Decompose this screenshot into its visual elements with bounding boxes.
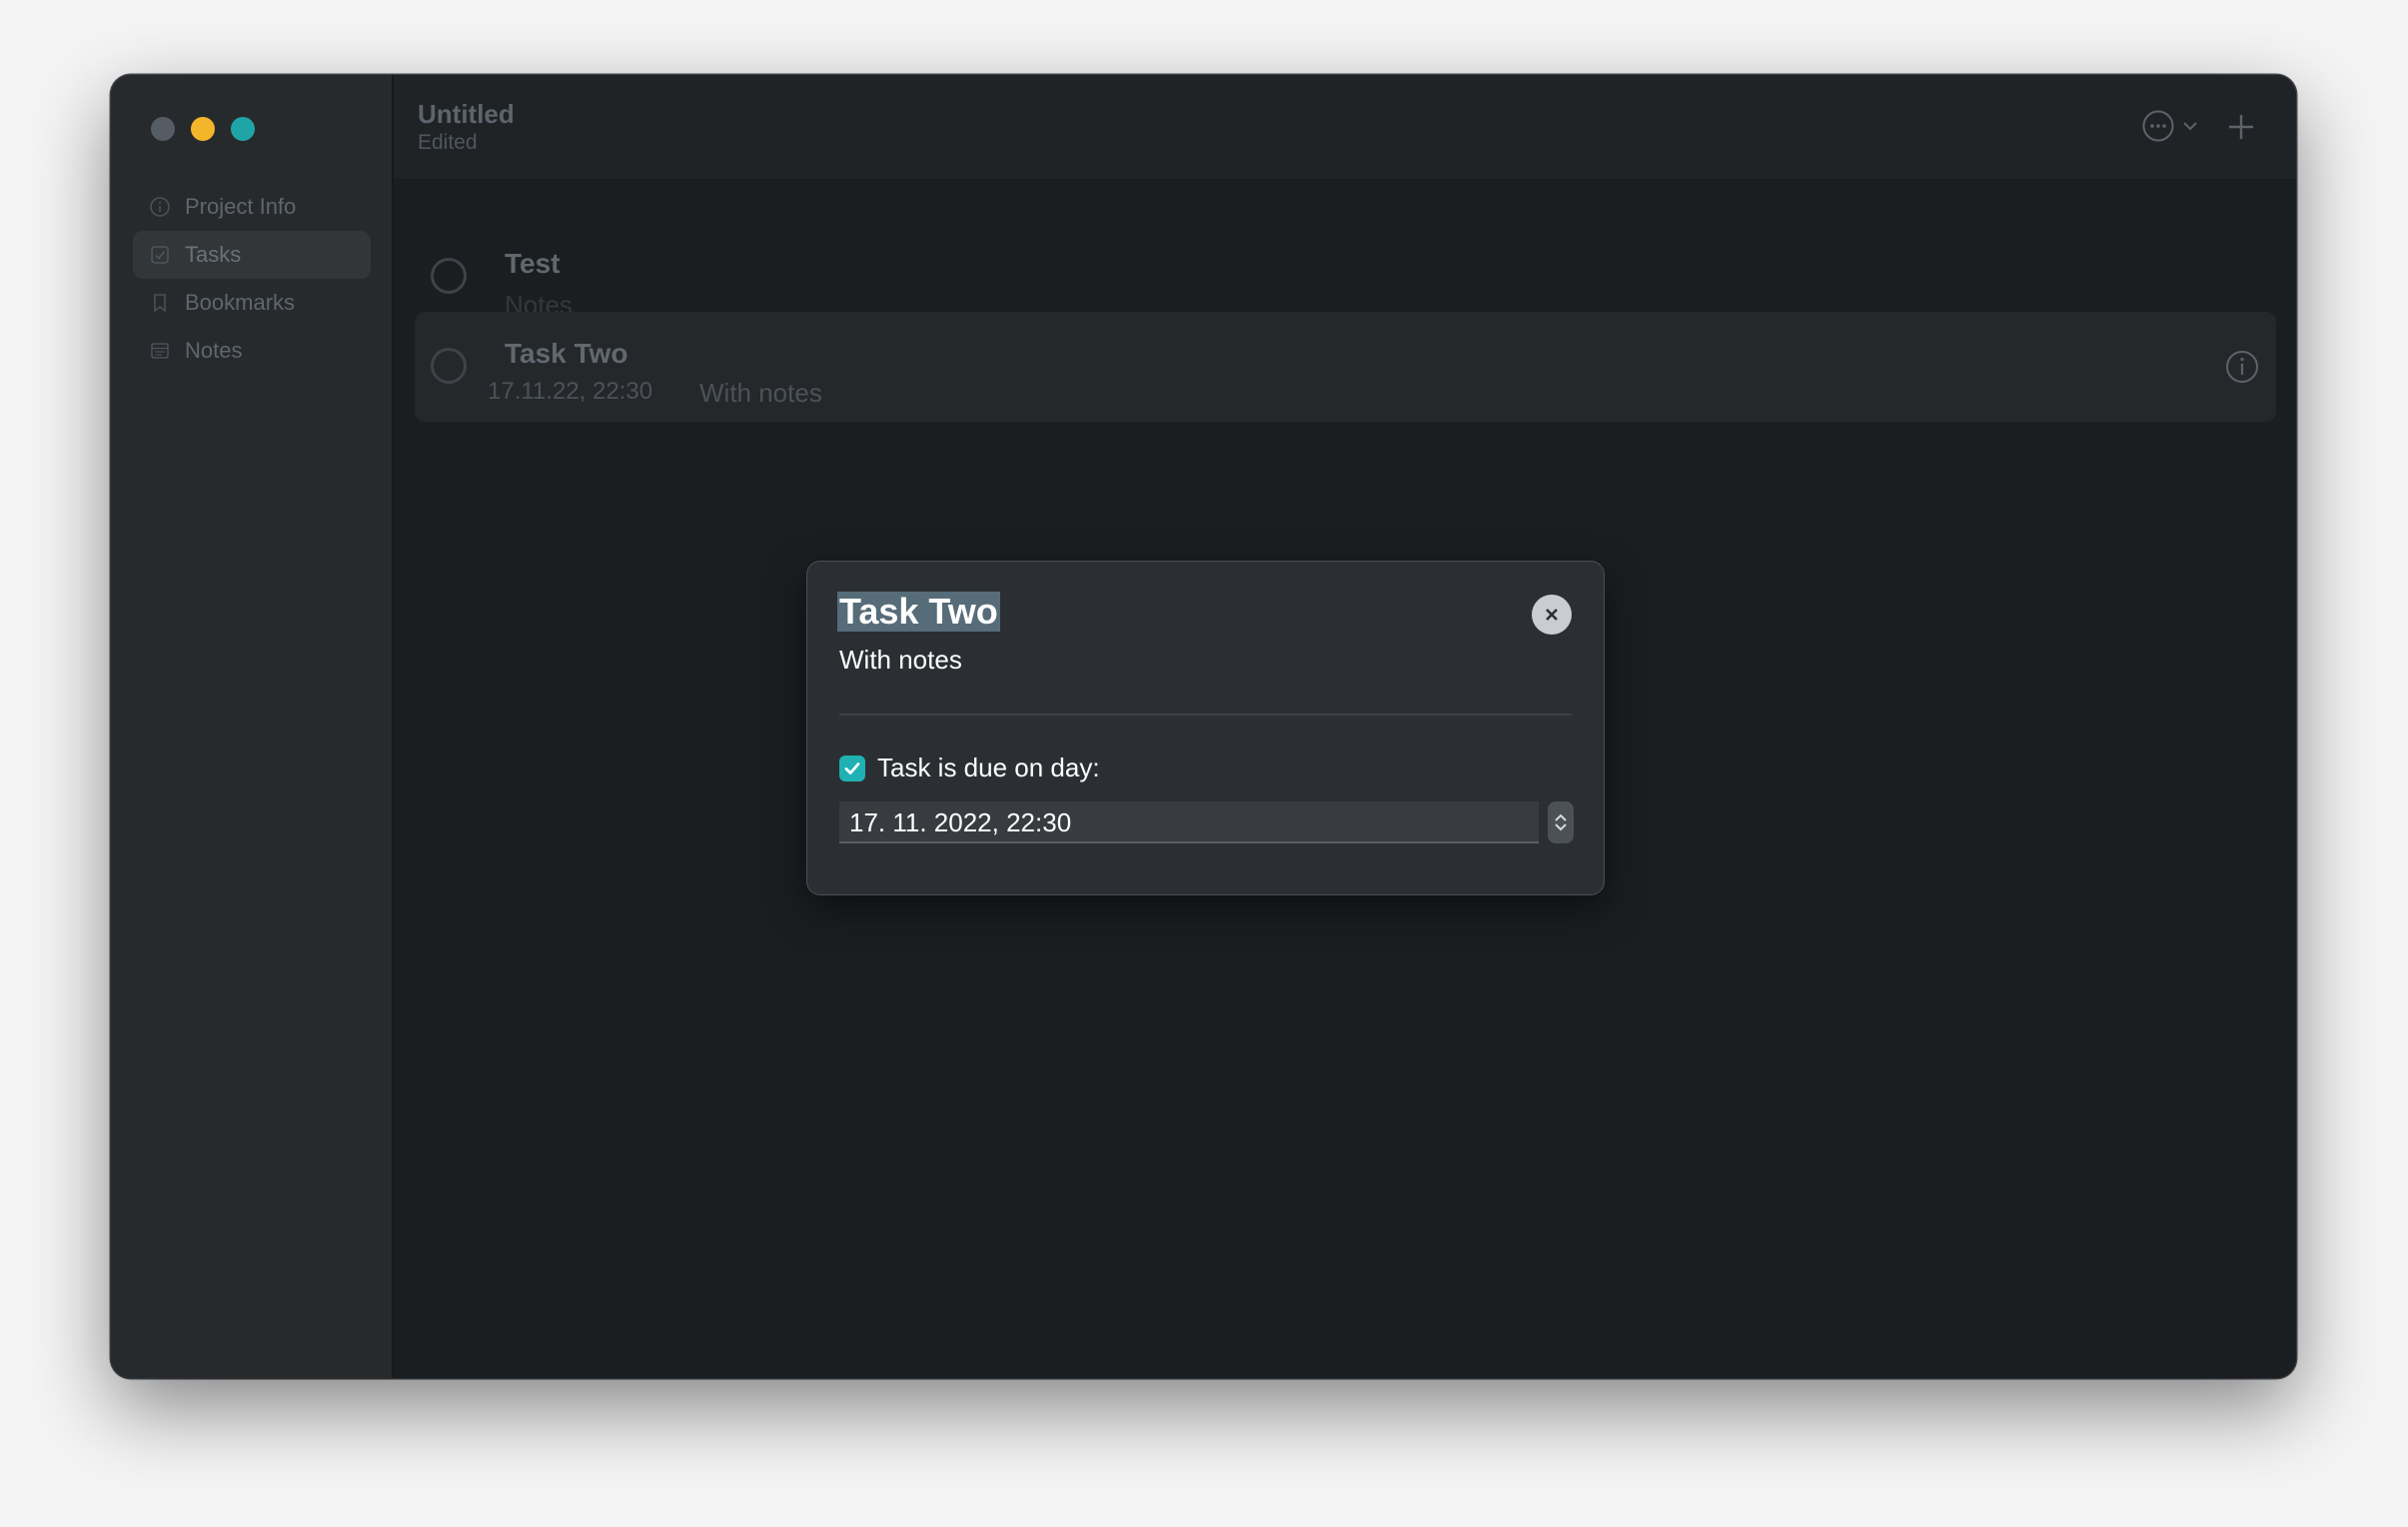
due-date-checkbox-label: Task is due on day: [877,753,1100,782]
document-status: Edited [418,131,478,154]
titlebar: Untitled Edited [394,75,2296,180]
chevron-down-icon[interactable] [2181,119,2199,133]
sidebar-item-tasks[interactable]: Tasks [133,231,371,279]
minimize-window-button[interactable] [191,117,215,141]
task-complete-toggle[interactable] [431,348,467,384]
due-date-stepper[interactable] [1548,801,1574,843]
task-complete-toggle[interactable] [431,258,467,294]
chevron-down-icon[interactable] [1554,822,1568,832]
checkbox-icon [149,244,171,266]
divider [839,714,1572,716]
sidebar: Project Info Tasks Bookmarks Notes [111,75,394,1378]
sidebar-item-bookmarks[interactable]: Bookmarks [133,279,371,327]
window-controls [151,117,255,141]
info-icon[interactable] [2224,349,2260,385]
zoom-window-button[interactable] [231,117,255,141]
sidebar-item-label: Tasks [185,242,242,267]
sidebar-item-project-info[interactable]: Project Info [133,183,371,231]
sidebar-item-label: Project Info [185,194,297,219]
checkmark-icon [844,763,860,774]
task-detail-popover: Task Two With notes Task is due on day: … [806,561,1605,895]
sidebar-item-label: Bookmarks [185,290,296,315]
due-date-checkbox[interactable] [839,756,865,781]
task-title: Test [505,248,561,279]
plus-icon[interactable] [2226,112,2256,142]
close-icon [1546,609,1558,621]
popover-task-title[interactable]: Task Two [837,592,1000,632]
info-circle-icon [149,196,171,218]
bookmark-icon [149,292,171,314]
task-notes: With notes [699,378,822,408]
sidebar-item-label: Notes [185,338,243,363]
sidebar-item-notes[interactable]: Notes [133,327,371,375]
close-popover-button[interactable] [1532,595,1572,635]
popover-task-notes[interactable]: With notes [839,645,962,676]
task-row-selected[interactable]: Task Two 17.11.22, 22:30 With notes [415,312,2276,422]
ellipsis-circle-icon[interactable] [2141,109,2175,143]
task-due-date: 17.11.22, 22:30 [488,378,653,405]
document-title: Untitled [418,99,515,129]
task-title: Task Two [505,338,628,369]
chevron-up-icon[interactable] [1554,812,1568,822]
close-window-button[interactable] [151,117,175,141]
note-icon [149,340,171,362]
sidebar-nav: Project Info Tasks Bookmarks Notes [133,183,371,375]
due-date-field[interactable]: 17. 11. 2022, 22:30 [839,801,1539,843]
